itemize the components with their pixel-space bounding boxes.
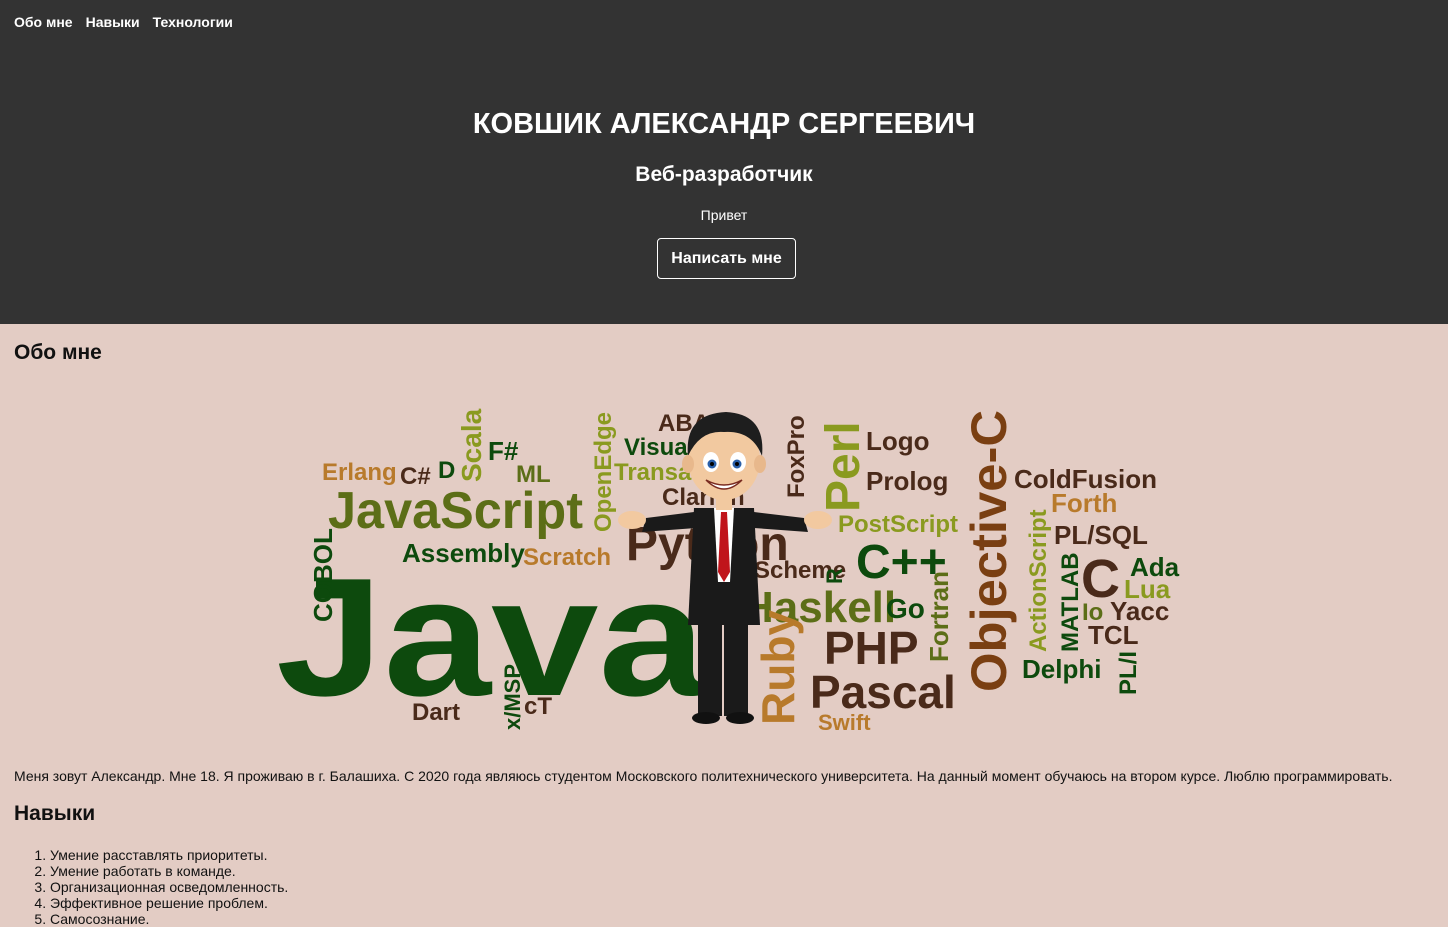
cloud-word: Io <box>1082 599 1103 626</box>
cloud-word: D <box>438 457 455 484</box>
hero-role: Веб-разработчик <box>635 163 813 186</box>
cloud-word: ActionScript <box>1025 509 1052 652</box>
cloud-word: JavaScript <box>328 482 583 540</box>
cloud-word: MATLAB <box>1057 552 1084 652</box>
nav-link-skills[interactable]: Навыки <box>86 14 140 30</box>
about-title: Обо мне <box>14 341 102 364</box>
cloud-word: Objective-C <box>961 410 1017 692</box>
cloud-word: Java <box>276 543 708 730</box>
nav-link-technologies[interactable]: Технологии <box>153 14 233 30</box>
hero-name: КОВШИК АЛЕКСАНДР СЕРГЕЕВИЧ <box>472 108 976 140</box>
cloud-word: Delphi <box>1022 654 1101 684</box>
cloud-word: cT <box>524 693 552 720</box>
cloud-word: FoxPro <box>783 415 810 498</box>
skill-item: Самосознание. <box>50 911 288 927</box>
cloud-word: PL/I <box>1115 651 1142 695</box>
cloud-word: PL/SQL <box>1054 520 1148 550</box>
cloud-word: PostScript <box>838 511 958 538</box>
hero-section: Обо мне Навыки Технологии КОВШИК АЛЕКСАН… <box>0 0 1448 324</box>
cloud-word: OpenEdge <box>590 412 617 532</box>
skills-title: Навыки <box>14 802 96 825</box>
cloud-word: COBOL <box>308 528 338 622</box>
nav-link-about[interactable]: Обо мне <box>14 14 73 30</box>
cloud-word: Logo <box>866 426 930 456</box>
cloud-word: Perl <box>817 421 870 512</box>
cloud-word: C# <box>400 463 431 490</box>
cloud-word: Ruby <box>752 610 804 725</box>
hero-greeting: Привет <box>700 207 748 223</box>
cloud-word: ML <box>516 461 551 488</box>
skill-item: Эффективное решение проблем. <box>50 895 288 911</box>
skill-item: Организационная осведомленность. <box>50 879 288 895</box>
cloud-word: F# <box>488 436 519 466</box>
cloud-word: Prolog <box>866 466 948 496</box>
programming-languages-word-cloud: Java JavaScript Erlang C# D Scala F# ML … <box>276 408 1180 730</box>
skills-list: Умение расставлять приоритеты. Умение ра… <box>14 847 288 927</box>
cloud-word: Go <box>886 593 925 624</box>
cloud-word: Visual <box>624 434 694 461</box>
cloud-word: Forth <box>1051 488 1117 518</box>
cloud-word: Assembly <box>402 538 525 568</box>
cloud-word: Dart <box>412 699 460 726</box>
cloud-word: Erlang <box>322 459 397 486</box>
cloud-word: Fortran <box>924 571 954 662</box>
skill-item: Умение расставлять приоритеты. <box>50 847 288 863</box>
top-nav: Обо мне Навыки Технологии <box>14 14 233 30</box>
cloud-word: R <box>822 568 847 584</box>
skill-item: Умение работать в команде. <box>50 863 288 879</box>
cloud-word: Scala <box>456 408 487 482</box>
cloud-word: x/MSP <box>500 664 525 730</box>
cloud-word: Scratch <box>523 544 611 571</box>
about-text: Меня зовут Александр. Мне 18. Я проживаю… <box>14 768 1393 784</box>
cloud-word: Swift <box>818 710 871 730</box>
contact-button[interactable]: Написать мне <box>657 238 796 279</box>
